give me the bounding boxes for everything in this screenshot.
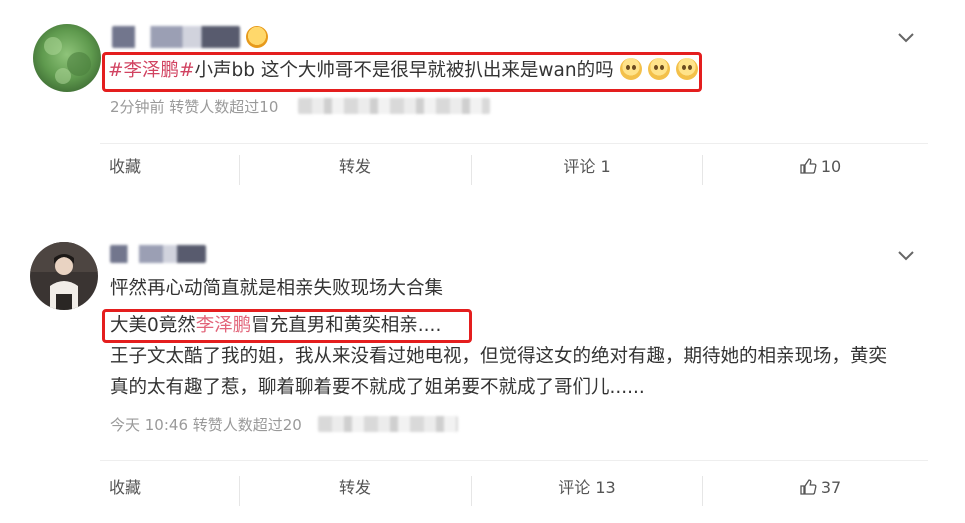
comment-text: 冒充直男和黄奕相亲.... [251,315,442,336]
collect-button[interactable]: 收藏 [60,468,190,508]
divider [100,143,928,144]
like-button[interactable]: 37 [760,468,880,508]
username-blurred[interactable] [112,26,240,48]
comment-content: #李泽鹏#小声bb 这个大帅哥不是很早就被扒出来是wan的吗 [108,58,698,84]
topic-link[interactable]: #李泽鹏# [108,60,195,81]
like-count: 37 [820,478,842,497]
like-count: 10 [820,157,842,176]
comment-text: 大美0竟然 [110,315,196,336]
user-avatar[interactable] [30,242,98,310]
separator [239,155,240,185]
repost-button[interactable]: 转发 [290,468,420,508]
meta-blurred [298,98,490,114]
comment-line: 怦然再心动简直就是相亲失败现场大合集 [110,278,444,299]
name-mention[interactable]: 李泽鹏 [196,315,252,336]
separator [702,155,703,185]
thinking-face-icon [647,58,670,80]
separator [471,476,472,506]
weibo-comment-card: 怦然再心动简直就是相亲失败现场大合集 大美0竟然李泽鹏冒充直男和黄奕相亲....… [0,225,965,523]
post-meta: 今天 10:46 转赞人数超过20 [110,416,302,434]
username-blurred[interactable] [110,245,206,263]
thinking-face-icon [619,58,642,80]
thinking-face-icon [675,58,698,80]
action-bar: 收藏 转发 评论 13 37 [0,468,965,508]
crown-badge-icon [246,26,268,48]
separator [702,476,703,506]
chevron-down-icon[interactable] [895,26,917,48]
separator [239,476,240,506]
user-avatar[interactable] [33,24,101,92]
comment-text: 小声bb 这个大帅哥不是很早就被扒出来是wan的吗 [194,60,614,81]
comment-button[interactable]: 评论 13 [522,468,652,508]
comment-button[interactable]: 评论 1 [522,147,652,187]
action-bar: 收藏 转发 评论 1 10 [0,147,965,187]
divider [100,460,928,461]
thumbs-up-icon [800,479,817,495]
thumbs-up-icon [800,158,817,174]
chevron-down-icon[interactable] [895,244,917,266]
comment-line: 真的太有趣了惹，聊着聊着要不就成了姐弟要不就成了哥们儿...... [110,377,645,398]
repost-button[interactable]: 转发 [290,147,420,187]
comment-line: 王子文太酷了我的姐，我从来没看过她电视，但觉得这女的绝对有趣，期待她的相亲现场，… [110,346,888,367]
separator [471,155,472,185]
comment-line-highlight: 大美0竟然李泽鹏冒充直男和黄奕相亲.... [110,313,441,339]
collect-button[interactable]: 收藏 [60,147,190,187]
weibo-comment-card: #李泽鹏#小声bb 这个大帅哥不是很早就被扒出来是wan的吗 2分钟前 转赞人数… [0,0,965,210]
meta-blurred [318,416,458,432]
like-button[interactable]: 10 [760,147,880,187]
post-meta: 2分钟前 转赞人数超过10 [110,98,279,116]
